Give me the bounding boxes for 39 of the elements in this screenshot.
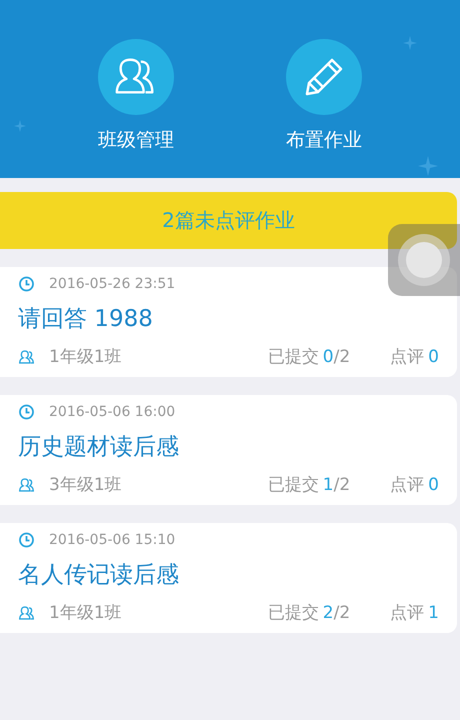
assistive-touch-button[interactable] [388,224,460,296]
assignment-time: 2016-05-06 15:10 [49,532,176,548]
clock-icon [18,276,35,292]
review-label: 点评 [390,346,424,368]
submitted-label: 已提交 [268,602,319,624]
submitted-count: 2 [322,602,334,622]
class-name: 1年级1班 [49,346,122,368]
clock-icon [18,532,35,548]
sparkle-icon [418,156,438,176]
assignment-card[interactable]: 2016-05-26 23:51 请回答 1988 1年级1班 已提交 0/2 点评 0 [0,267,457,377]
class-name: 3年级1班 [49,474,122,496]
submitted-count: 0 [322,346,334,366]
review-count: 0 [428,346,439,366]
submitted-total: /2 [334,346,350,366]
group-icon [18,348,35,364]
review-label: 点评 [390,602,424,624]
action-label: 班级管理 [98,128,174,153]
assignment-card[interactable]: 2016-05-06 16:00 历史题材读后感 3年级1班 已提交 1/2 点评 0 [0,395,457,505]
class-name: 1年级1班 [49,602,122,624]
group-icon [18,604,35,620]
submitted-total: /2 [334,474,350,494]
sparkle-icon [403,36,417,50]
review-count: 1 [428,602,439,622]
review-label: 点评 [390,474,424,496]
assignment-title: 历史题材读后感 [18,433,180,462]
sparkle-icon [14,120,26,132]
submitted-total: /2 [334,602,350,622]
assignment-card[interactable]: 2016-05-06 15:10 名人传记读后感 1年级1班 已提交 2/2 点评 1 [0,523,457,633]
group-icon [18,476,35,492]
submitted-label: 已提交 [268,346,319,368]
assignment-time: 2016-05-06 16:00 [49,404,176,420]
clock-icon [18,404,35,420]
action-label: 布置作业 [286,128,362,153]
assignment-title: 名人传记读后感 [18,561,180,590]
assignment-title: 请回答 1988 [18,305,154,334]
submitted-label: 已提交 [268,474,319,496]
review-count: 0 [428,474,439,494]
submitted-count: 1 [322,474,334,494]
assignment-time: 2016-05-26 23:51 [49,276,176,292]
